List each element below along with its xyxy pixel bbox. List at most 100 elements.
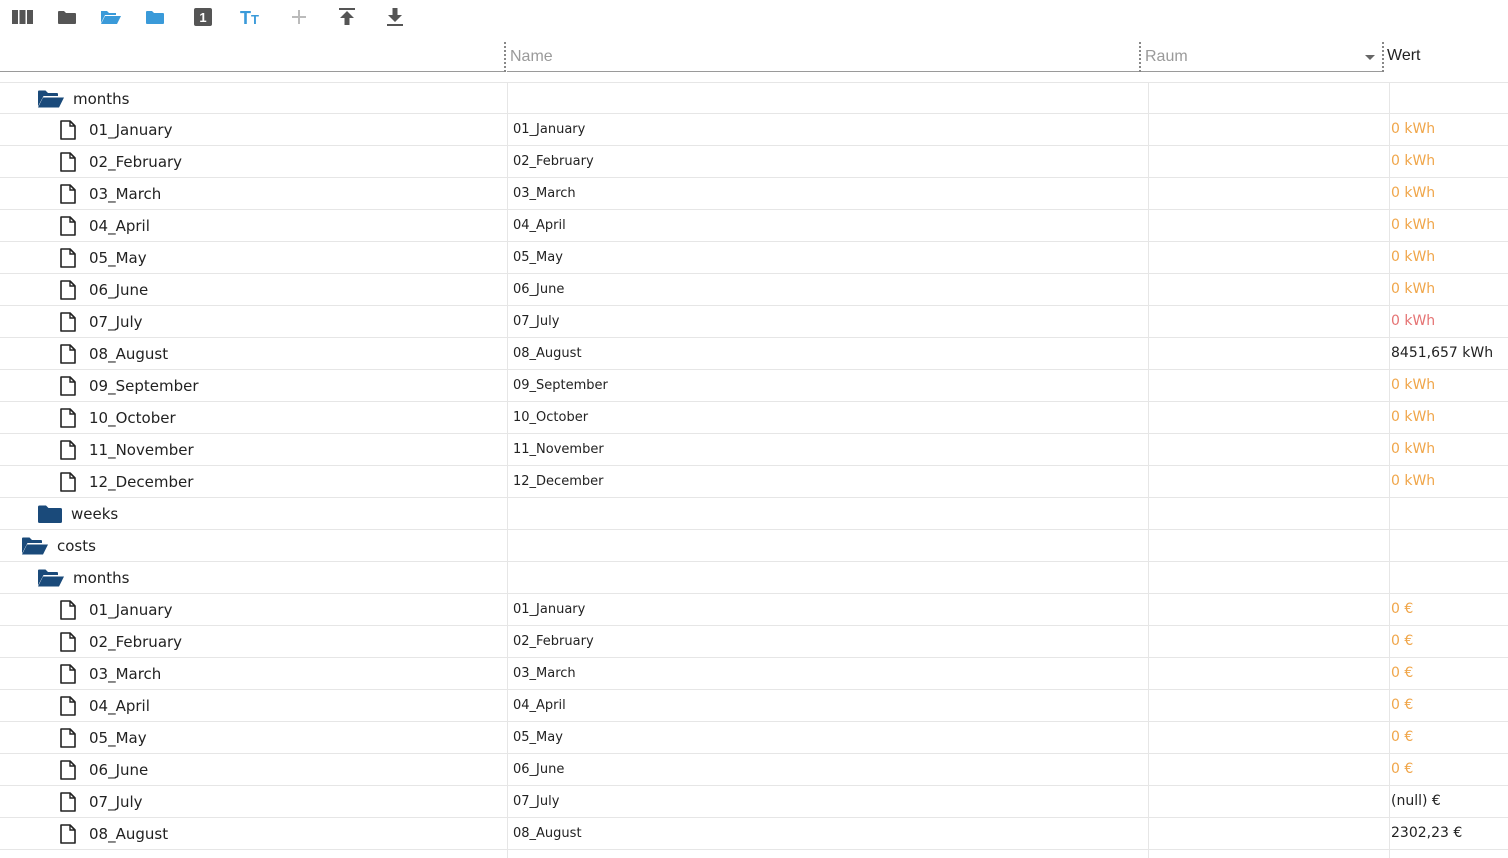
tree-cell: 02_February <box>0 626 507 657</box>
room-filter-select[interactable] <box>1143 44 1358 70</box>
file-icon[interactable] <box>60 375 76 396</box>
file-icon[interactable] <box>60 759 76 780</box>
table-row[interactable]: 03_March 03_March 0 € <box>0 658 1508 690</box>
file-icon[interactable] <box>60 311 76 332</box>
value-cell[interactable]: 0 kWh <box>1391 210 1435 241</box>
tree-row-folder[interactable]: weeks <box>0 498 1508 530</box>
file-icon[interactable] <box>60 183 76 204</box>
tree-cell: 08_August <box>0 818 507 849</box>
tree-cell: 01_January <box>0 114 507 145</box>
tree-label: 06_June <box>89 760 149 779</box>
file-icon[interactable] <box>60 407 76 428</box>
table-row[interactable]: 12_December 12_December 0 kWh <box>0 466 1508 498</box>
file-icon[interactable] <box>60 663 76 684</box>
columns-icon[interactable] <box>11 6 35 28</box>
table-row[interactable]: 02_February 02_February 0 € <box>0 626 1508 658</box>
file-icon[interactable] <box>60 727 76 748</box>
table-row[interactable]: 10_October 10_October 0 kWh <box>0 402 1508 434</box>
value-cell[interactable]: 0 kWh <box>1391 274 1435 305</box>
value-cell[interactable]: 0 € <box>1391 690 1413 721</box>
table-row[interactable]: 09_September 09_September 0 kWh <box>0 370 1508 402</box>
value-cell[interactable]: 2302,23 € <box>1391 818 1462 849</box>
table-row[interactable]: 07_July 07_July (null) € <box>0 786 1508 818</box>
table-row[interactable]: 08_August 08_August 2302,23 € <box>0 818 1508 850</box>
value-cell[interactable]: 0 kWh <box>1391 402 1435 433</box>
value-cell[interactable]: 0 kWh <box>1391 466 1435 497</box>
number-one-icon[interactable]: 1 <box>191 6 215 28</box>
table-row[interactable]: 07_July 07_July 0 kWh <box>0 306 1508 338</box>
folder-open-icon[interactable] <box>99 6 123 28</box>
file-icon[interactable] <box>60 695 76 716</box>
tree-label: months <box>73 89 130 108</box>
value-cell[interactable]: 0 kWh <box>1391 114 1435 145</box>
table-row[interactable]: 04_April 04_April 0 kWh <box>0 210 1508 242</box>
tree-cell: 08_August <box>0 338 507 369</box>
table-row[interactable]: 01_January 01_January 0 € <box>0 594 1508 626</box>
file-icon[interactable] <box>60 823 76 844</box>
tree-row-folder[interactable]: costs <box>0 530 1508 562</box>
value-cell[interactable]: 0 kWh <box>1391 242 1435 273</box>
name-cell: 07_July <box>513 794 560 809</box>
folder-icon[interactable] <box>55 6 79 28</box>
folder-icon[interactable] <box>143 6 167 28</box>
tree-cell: 10_October <box>0 402 507 433</box>
table-row[interactable]: 03_March 03_March 0 kWh <box>0 178 1508 210</box>
table-row[interactable]: 02_February 02_February 0 kWh <box>0 146 1508 178</box>
file-icon[interactable] <box>60 631 76 652</box>
file-icon[interactable] <box>60 791 76 812</box>
download-icon[interactable] <box>383 6 407 28</box>
value-cell[interactable]: 0 € <box>1391 594 1413 625</box>
file-icon[interactable] <box>60 279 76 300</box>
name-cell: 01_January <box>513 602 586 617</box>
file-icon[interactable] <box>60 119 76 140</box>
tree-row-folder[interactable]: months <box>0 562 1508 594</box>
file-icon[interactable] <box>60 215 76 236</box>
room-filter-underline <box>1141 71 1382 72</box>
text-size-icon[interactable]: TT <box>239 6 263 28</box>
table-row[interactable]: 01_January 01_January 0 kWh <box>0 114 1508 146</box>
tree-cell: 03_March <box>0 178 507 209</box>
column-resizer[interactable] <box>1139 42 1141 72</box>
value-cell[interactable]: 0 € <box>1391 754 1413 785</box>
svg-text:1: 1 <box>199 10 206 25</box>
column-resizer[interactable] <box>1382 42 1384 72</box>
file-icon[interactable] <box>60 343 76 364</box>
folder-open-icon[interactable] <box>22 537 48 555</box>
table-row[interactable]: 05_May 05_May 0 € <box>0 722 1508 754</box>
table-row[interactable]: 06_June 06_June 0 € <box>0 754 1508 786</box>
value-cell[interactable]: 0 € <box>1391 722 1413 753</box>
table-row[interactable]: 11_November 11_November 0 kWh <box>0 434 1508 466</box>
folder-open-icon[interactable] <box>38 569 64 587</box>
folder-icon[interactable] <box>38 505 62 523</box>
value-cell[interactable]: 0 € <box>1391 626 1413 657</box>
table-row[interactable]: 04_April 04_April 0 € <box>0 690 1508 722</box>
value-cell[interactable]: 0 kWh <box>1391 178 1435 209</box>
plus-icon[interactable] <box>287 6 311 28</box>
value-cell[interactable]: 8451,657 kWh <box>1391 338 1493 369</box>
name-filter-underline <box>507 71 1139 72</box>
column-resizer[interactable] <box>504 42 506 72</box>
value-cell[interactable]: 0 kWh <box>1391 306 1435 337</box>
tree-cell: 01_January <box>0 594 507 625</box>
value-cell[interactable]: 0 kWh <box>1391 434 1435 465</box>
file-icon[interactable] <box>60 439 76 460</box>
tree-row-folder[interactable]: months <box>0 82 1508 114</box>
table-row[interactable]: 08_August 08_August 8451,657 kWh <box>0 338 1508 370</box>
value-cell[interactable]: 0 kWh <box>1391 370 1435 401</box>
file-icon[interactable] <box>60 599 76 620</box>
table-row[interactable]: 06_June 06_June 0 kWh <box>0 274 1508 306</box>
tree-label: 06_June <box>89 280 149 299</box>
file-icon[interactable] <box>60 151 76 172</box>
tree-cell: 04_April <box>0 690 507 721</box>
file-icon[interactable] <box>60 247 76 268</box>
chevron-down-icon[interactable] <box>1365 55 1375 60</box>
upload-icon[interactable] <box>335 6 359 28</box>
tree-label: 08_August <box>89 344 169 363</box>
file-icon[interactable] <box>60 471 76 492</box>
value-cell[interactable]: 0 € <box>1391 658 1413 689</box>
name-filter-input[interactable] <box>508 44 1136 70</box>
folder-open-icon[interactable] <box>38 90 64 108</box>
value-cell[interactable]: (null) € <box>1391 786 1441 817</box>
value-cell[interactable]: 0 kWh <box>1391 146 1435 177</box>
table-row[interactable]: 05_May 05_May 0 kWh <box>0 242 1508 274</box>
